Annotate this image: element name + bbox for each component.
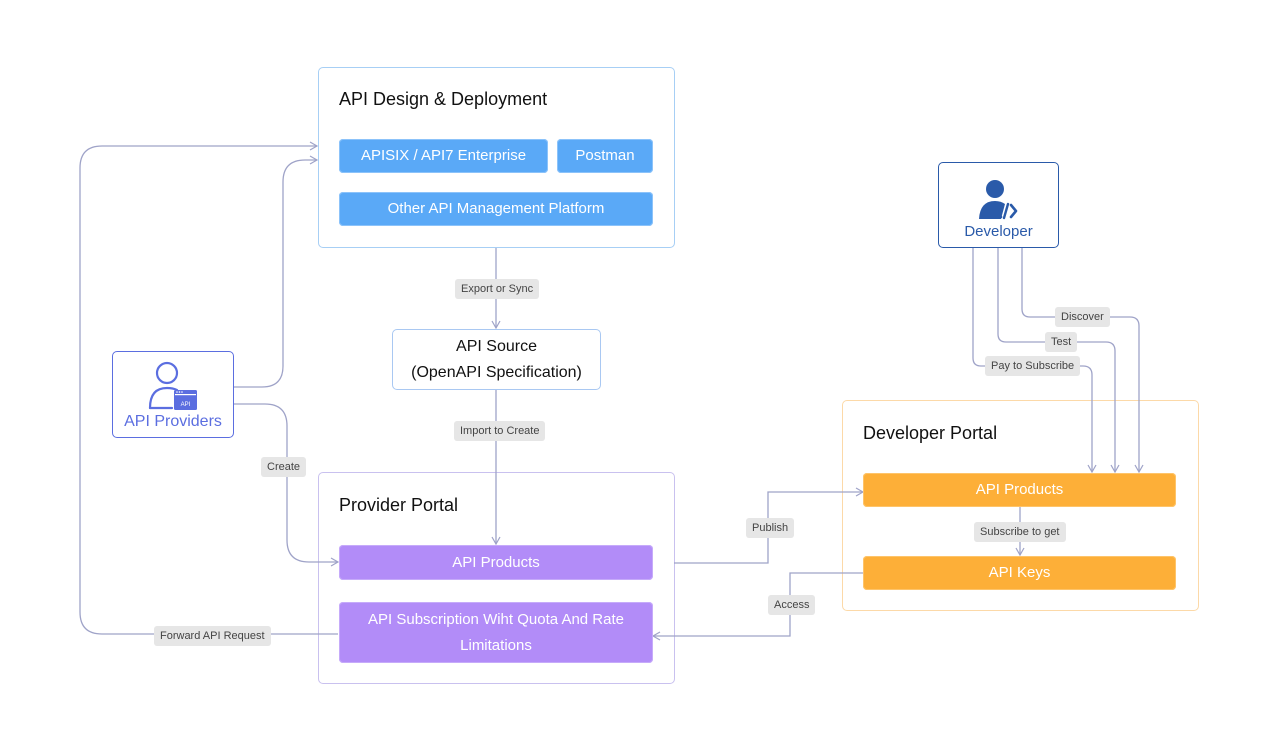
developer-label: Developer [964, 223, 1033, 240]
provider-api-products-node[interactable]: API Products [339, 545, 653, 580]
developer-portal-title: Developer Portal [863, 423, 998, 443]
api-providers-label: API Providers [124, 413, 222, 430]
api-providers-node[interactable]: API API Providers [112, 351, 234, 438]
developer-node[interactable]: Developer [938, 162, 1059, 248]
api-source-node[interactable]: API Source (OpenAPI Specification) [392, 329, 601, 390]
api-keys-node[interactable]: API Keys [863, 556, 1176, 590]
developer-api-products-node[interactable]: API Products [863, 473, 1176, 507]
api-source-subtitle: (OpenAPI Specification) [411, 363, 582, 381]
access-label: Access [768, 595, 816, 615]
publish-label: Publish [746, 518, 795, 538]
edge-access [651, 572, 863, 641]
test-label: Test [1045, 332, 1078, 352]
api-design-deployment-title: API Design & Deployment [339, 89, 548, 109]
import-to-create-label: Import to Create [454, 421, 546, 441]
forward-api-request-label: Forward API Request [154, 626, 271, 646]
edge-providers-to-design [233, 155, 319, 388]
pay-to-subscribe-label: Pay to Subscribe [985, 356, 1081, 376]
other-api-management-platform-node[interactable]: Other API Management Platform [339, 192, 653, 226]
edge-create [233, 403, 340, 567]
api-badge-text: API [181, 402, 191, 408]
provider-portal-title: Provider Portal [339, 495, 459, 515]
export-or-sync-label: Export or Sync [455, 279, 540, 299]
api-source-title: API Source [456, 337, 537, 355]
discover-label: Discover [1055, 307, 1110, 327]
apisix-api7-enterprise-node[interactable]: APISIX / API7 Enterprise [339, 139, 548, 173]
user-code-icon [978, 180, 1017, 220]
subscribe-to-get-label: Subscribe to get [974, 522, 1066, 542]
postman-node[interactable]: Postman [557, 139, 653, 173]
user-api-icon: API [148, 361, 197, 410]
api-subscription-quota-node[interactable]: API Subscription Wiht Quota And Rate Lim… [339, 602, 653, 663]
create-label: Create [261, 457, 307, 477]
